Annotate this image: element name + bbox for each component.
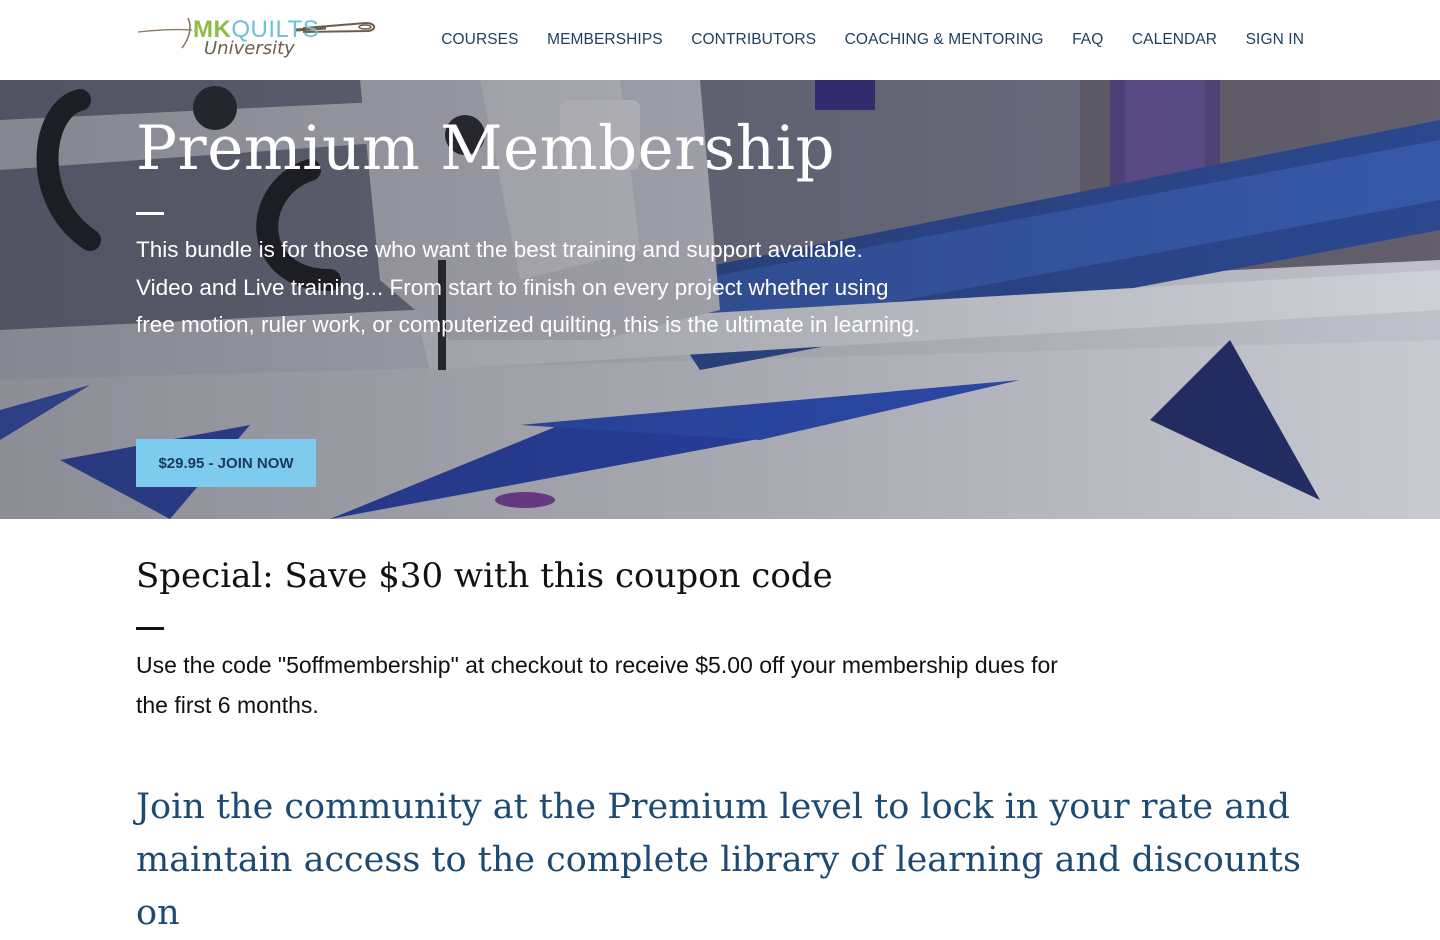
nav-contributors[interactable]: CONTRIBUTORS xyxy=(691,31,816,49)
nav-memberships[interactable]: MEMBERSHIPS xyxy=(547,31,663,49)
special-offer-text: Use the code "5offmembership" at checkou… xyxy=(136,652,1058,718)
site-header: MKQUILTS University COURSES MEMBERSHIPS … xyxy=(0,0,1440,80)
hero-banner: Premium Membership This bundle is for th… xyxy=(0,80,1440,519)
site-logo[interactable]: MKQUILTS University xyxy=(136,12,380,66)
page-title: Premium Membership xyxy=(136,113,836,184)
nav-calendar[interactable]: CALENDAR xyxy=(1132,31,1217,49)
special-offer-title: Special: Save $30 with this coupon code xyxy=(136,556,833,596)
special-offer-divider xyxy=(136,627,164,630)
community-heading: Join the community at the Premium level … xyxy=(136,787,1301,933)
nav-sign-in[interactable]: SIGN IN xyxy=(1246,31,1304,49)
nav-courses[interactable]: COURSES xyxy=(441,31,518,49)
nav-faq[interactable]: FAQ xyxy=(1072,31,1103,49)
nav-coaching-mentoring[interactable]: COACHING & MENTORING xyxy=(845,31,1044,49)
main-nav: COURSES MEMBERSHIPS CONTRIBUTORS COACHIN… xyxy=(413,0,1304,80)
join-now-button[interactable]: $29.95 - JOIN NOW xyxy=(136,439,316,487)
hero-description: This bundle is for those who want the be… xyxy=(136,237,921,337)
title-divider xyxy=(136,212,164,215)
logo-subtitle: University xyxy=(204,38,295,59)
